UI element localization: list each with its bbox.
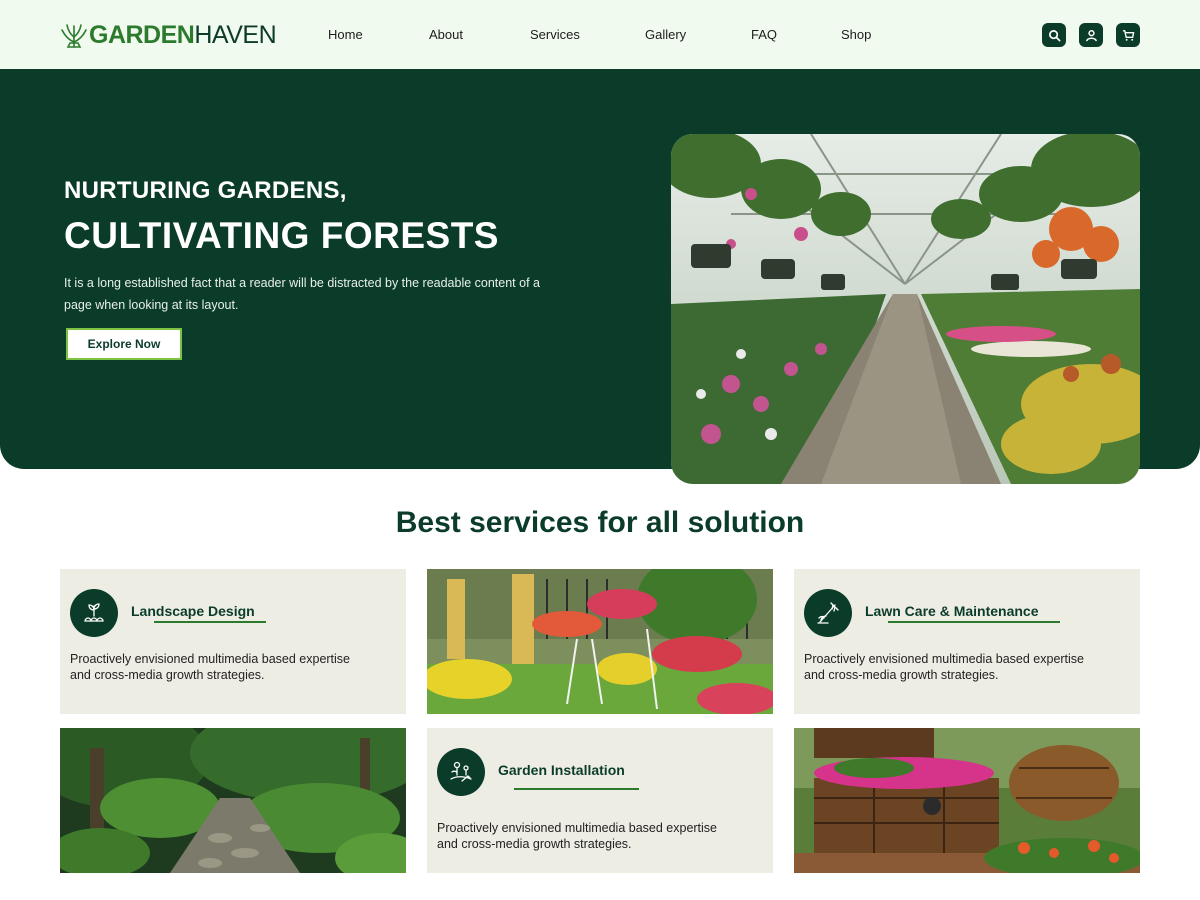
service-card-landscape-design[interactable]: Landscape Design Proactively envisioned … [60,569,406,714]
logo-text: GARDENHAVEN [89,20,277,49]
nav-about[interactable]: About [429,27,463,42]
seedling-icon [84,603,104,622]
card-title: Landscape Design [131,603,255,619]
account-button[interactable] [1079,23,1103,47]
search-button[interactable] [1042,23,1066,47]
nav-services[interactable]: Services [530,27,580,42]
forest-path-photo [60,728,406,873]
card-description: Proactively envisioned multimedia based … [437,821,718,851]
site-header: GARDENHAVEN Home About Services Gallery … [0,0,1200,69]
cart-icon [1122,29,1134,41]
services-title: Best services for all solution [395,506,805,539]
card-description: Proactively envisioned multimedia based … [804,652,1085,682]
fern-icon [61,24,87,48]
cart-button[interactable] [1116,23,1140,47]
card-description: Proactively envisioned multimedia based … [70,652,351,682]
service-card-lawn-care[interactable]: Lawn Care & Maintenance Proactively envi… [794,569,1140,714]
card-title-underline [888,621,1060,623]
nav-shop[interactable]: Shop [841,27,871,42]
search-icon [1048,29,1060,41]
flower-planters-photo [427,569,773,714]
card-title: Garden Installation [498,762,625,778]
card-icon-badge [70,589,118,637]
greenhouse-photo [671,134,1140,484]
card-title: Lawn Care & Maintenance [865,603,1039,619]
card-icon-badge [437,748,485,796]
logo-light: HAVEN [194,20,277,49]
hero-eyebrow: NURTURING GARDENS, [64,177,347,204]
logo-strong: GARDEN [89,20,195,49]
service-card-garden-installation[interactable]: Garden Installation Proactively envision… [427,728,773,873]
card-title-underline [514,788,639,790]
nav-gallery[interactable]: Gallery [645,27,686,42]
rake-icon [817,602,839,624]
explore-now-button[interactable]: Explore Now [66,328,182,360]
treasure-chest-planter-photo [794,728,1140,873]
logo[interactable]: GARDENHAVEN [59,19,277,51]
nav-home[interactable]: Home [328,27,363,42]
card-icon-badge [804,589,852,637]
flower-planting-icon [450,761,472,782]
hero-description: It is a long established fact that a rea… [64,276,540,312]
user-icon [1085,29,1097,41]
card-title-underline [154,621,266,623]
nav-faq[interactable]: FAQ [751,27,777,42]
hero-title: CULTIVATING FORESTS [64,215,499,256]
